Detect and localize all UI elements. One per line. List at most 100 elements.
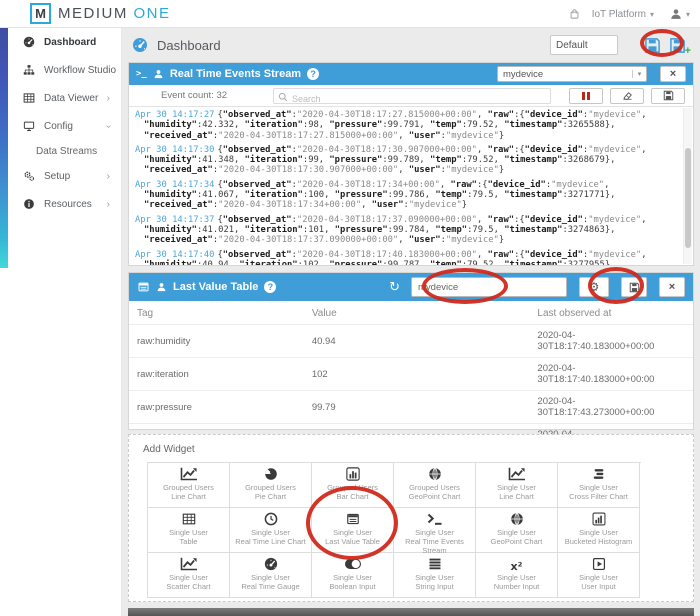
pause-button[interactable] <box>569 88 603 104</box>
sidebar-item-dashboard[interactable]: Dashboard <box>0 28 121 56</box>
page-title: Dashboard <box>157 38 221 53</box>
platform-label: IoT Platform <box>592 9 646 20</box>
widget-single-user-user-input[interactable]: Single UserUser Input <box>558 553 640 598</box>
save-icon <box>629 282 640 293</box>
save-dashboard-button[interactable] <box>644 37 661 54</box>
widget-grid: Grouped UsersLine Chart Grouped UsersPie… <box>147 462 641 598</box>
sitemap-icon <box>22 64 36 76</box>
user-icon <box>670 8 682 20</box>
widget-single-user-boolean-input[interactable]: Single UserBoolean Input <box>312 553 394 598</box>
sidebar-item-resources[interactable]: Resources › <box>0 190 121 218</box>
column-header-tag: Tag <box>129 301 304 325</box>
table-row: raw:iteration1022020-04-30T18:17:40.1830… <box>129 358 693 391</box>
log-entry: Apr 30 14:17:40{"observed_at":"2020-04-3… <box>135 250 675 265</box>
stacked-bars-icon <box>590 467 608 481</box>
column-header-value: Value <box>304 301 530 325</box>
search-icon <box>278 92 288 102</box>
next-panel-header-edge <box>128 608 694 616</box>
export-button[interactable] <box>651 88 685 104</box>
scrollbar-thumb[interactable] <box>685 148 691 248</box>
medium-one-logo: M MEDIUM ONE <box>30 3 171 24</box>
sidebar-item-setup[interactable]: Setup › <box>0 162 121 190</box>
add-dashboard-button[interactable]: + <box>669 37 686 54</box>
widget-single-user-line-chart[interactable]: Single UserLine Chart <box>476 463 558 508</box>
widget-single-user-string-input[interactable]: Single UserString Input <box>394 553 476 598</box>
event-log[interactable]: Apr 30 14:17:27{"observed_at":"2020-04-3… <box>129 107 693 265</box>
table-icon <box>180 512 198 526</box>
widget-single-user-bucketed-histogram[interactable]: Single UserBucketed Histogram <box>558 508 640 553</box>
play-box-icon <box>590 557 608 571</box>
close-panel-button[interactable]: × <box>660 66 686 82</box>
monitor-icon <box>22 120 36 132</box>
log-entry: Apr 30 14:17:34{"observed_at":"2020-04-3… <box>135 180 675 211</box>
platform-selector[interactable]: IoT Platform ▾ <box>569 8 654 20</box>
logo-mark: M <box>30 3 51 24</box>
add-widget-title: Add Widget <box>129 435 693 455</box>
widget-single-user-scatter-chart[interactable]: Single UserScatter Chart <box>148 553 230 598</box>
last-value-table-icon <box>344 512 362 526</box>
gears-icon <box>22 170 36 182</box>
search-input[interactable] <box>274 92 550 106</box>
log-entry: Apr 30 14:17:37{"observed_at":"2020-04-3… <box>135 215 675 246</box>
search-box <box>273 88 551 104</box>
user-icon <box>156 282 167 292</box>
export-button[interactable] <box>621 277 647 297</box>
help-icon[interactable]: ? <box>264 281 276 293</box>
log-entry: Apr 30 14:17:27{"observed_at":"2020-04-3… <box>135 110 675 141</box>
close-panel-button[interactable]: × <box>659 277 685 297</box>
chevron-right-icon: › <box>107 199 110 210</box>
histogram-icon <box>590 512 608 526</box>
user-icon <box>153 69 164 79</box>
widget-grouped-users-geopoint-chart[interactable]: Grouped UsersGeoPoint Chart <box>394 463 476 508</box>
scrollbar-track[interactable] <box>683 108 692 264</box>
widget-single-user-geopoint-chart[interactable]: Single UserGeoPoint Chart <box>476 508 558 553</box>
pie-chart-icon <box>262 467 280 481</box>
widget-grouped-users-line-chart[interactable]: Grouped UsersLine Chart <box>148 463 230 508</box>
caret-down-icon: ▾ <box>686 10 690 19</box>
widget-single-user-last-value-table[interactable]: Single UserLast Value Table <box>312 508 394 553</box>
refresh-icon[interactable]: ↻ <box>389 281 400 294</box>
device-select[interactable]: mydevice ▾ <box>497 66 647 82</box>
sidebar-item-data-viewer[interactable]: Data Viewer › <box>0 84 121 112</box>
widget-single-user-cross-filter-chart[interactable]: Single UserCross Filter Chart <box>558 463 640 508</box>
clear-button[interactable] <box>610 88 644 104</box>
globe-icon <box>426 467 444 481</box>
top-bar: M MEDIUM ONE IoT Platform ▾ ▾ <box>0 0 700 28</box>
platform-icon <box>569 8 580 20</box>
dashboard-gauge-icon <box>22 36 36 48</box>
widget-single-user-real-time-events-stream[interactable]: Single UserReal Time Events Stream <box>394 508 476 553</box>
line-chart-icon <box>180 467 198 481</box>
sidebar: Dashboard Workflow Studio Data Viewer › … <box>0 28 122 616</box>
device-input[interactable] <box>411 277 567 297</box>
user-menu[interactable]: ▾ <box>670 8 690 20</box>
info-icon <box>22 198 36 210</box>
widget-grouped-users-bar-chart[interactable]: Grouped UsersBar Chart <box>312 463 394 508</box>
brand-text: MEDIUM ONE <box>58 5 171 22</box>
dashboard-name-input[interactable] <box>550 35 618 55</box>
terminal-icon: >_ <box>136 69 147 79</box>
list-icon <box>137 281 150 293</box>
widget-grouped-users-pie-chart[interactable]: Grouped UsersPie Chart <box>230 463 312 508</box>
plus-icon: + <box>685 46 691 56</box>
x-squared-icon: x² <box>511 560 523 574</box>
line-chart-icon <box>508 467 526 481</box>
widget-single-user-real-time-line-chart[interactable]: Single UserReal Time Line Chart <box>230 508 312 553</box>
column-header-last-observed: Last observed at <box>529 301 693 325</box>
save-icon <box>663 90 674 101</box>
save-icon <box>669 37 686 54</box>
widget-single-user-real-time-gauge[interactable]: Single UserReal Time Gauge <box>230 553 312 598</box>
log-entry: Apr 30 14:17:30{"observed_at":"2020-04-3… <box>135 145 675 176</box>
text-lines-icon <box>426 557 444 571</box>
sidebar-item-data-streams[interactable]: Data Streams <box>0 140 121 162</box>
dashboard-gauge-icon <box>132 37 148 53</box>
settings-button[interactable]: ⚙ <box>579 277 609 297</box>
caret-down-icon: ▾ <box>650 10 654 19</box>
chevron-right-icon: › <box>107 171 110 182</box>
sidebar-item-config[interactable]: Config › <box>0 112 121 140</box>
help-icon[interactable]: ? <box>307 68 319 80</box>
real-time-events-stream-panel: >_ Real Time Events Stream ? mydevice ▾ … <box>128 62 694 266</box>
toggle-icon <box>344 557 362 571</box>
widget-single-user-table[interactable]: Single UserTable <box>148 508 230 553</box>
widget-single-user-number-input[interactable]: x²Single UserNumber Input <box>476 553 558 598</box>
sidebar-item-workflow-studio[interactable]: Workflow Studio <box>0 56 121 84</box>
